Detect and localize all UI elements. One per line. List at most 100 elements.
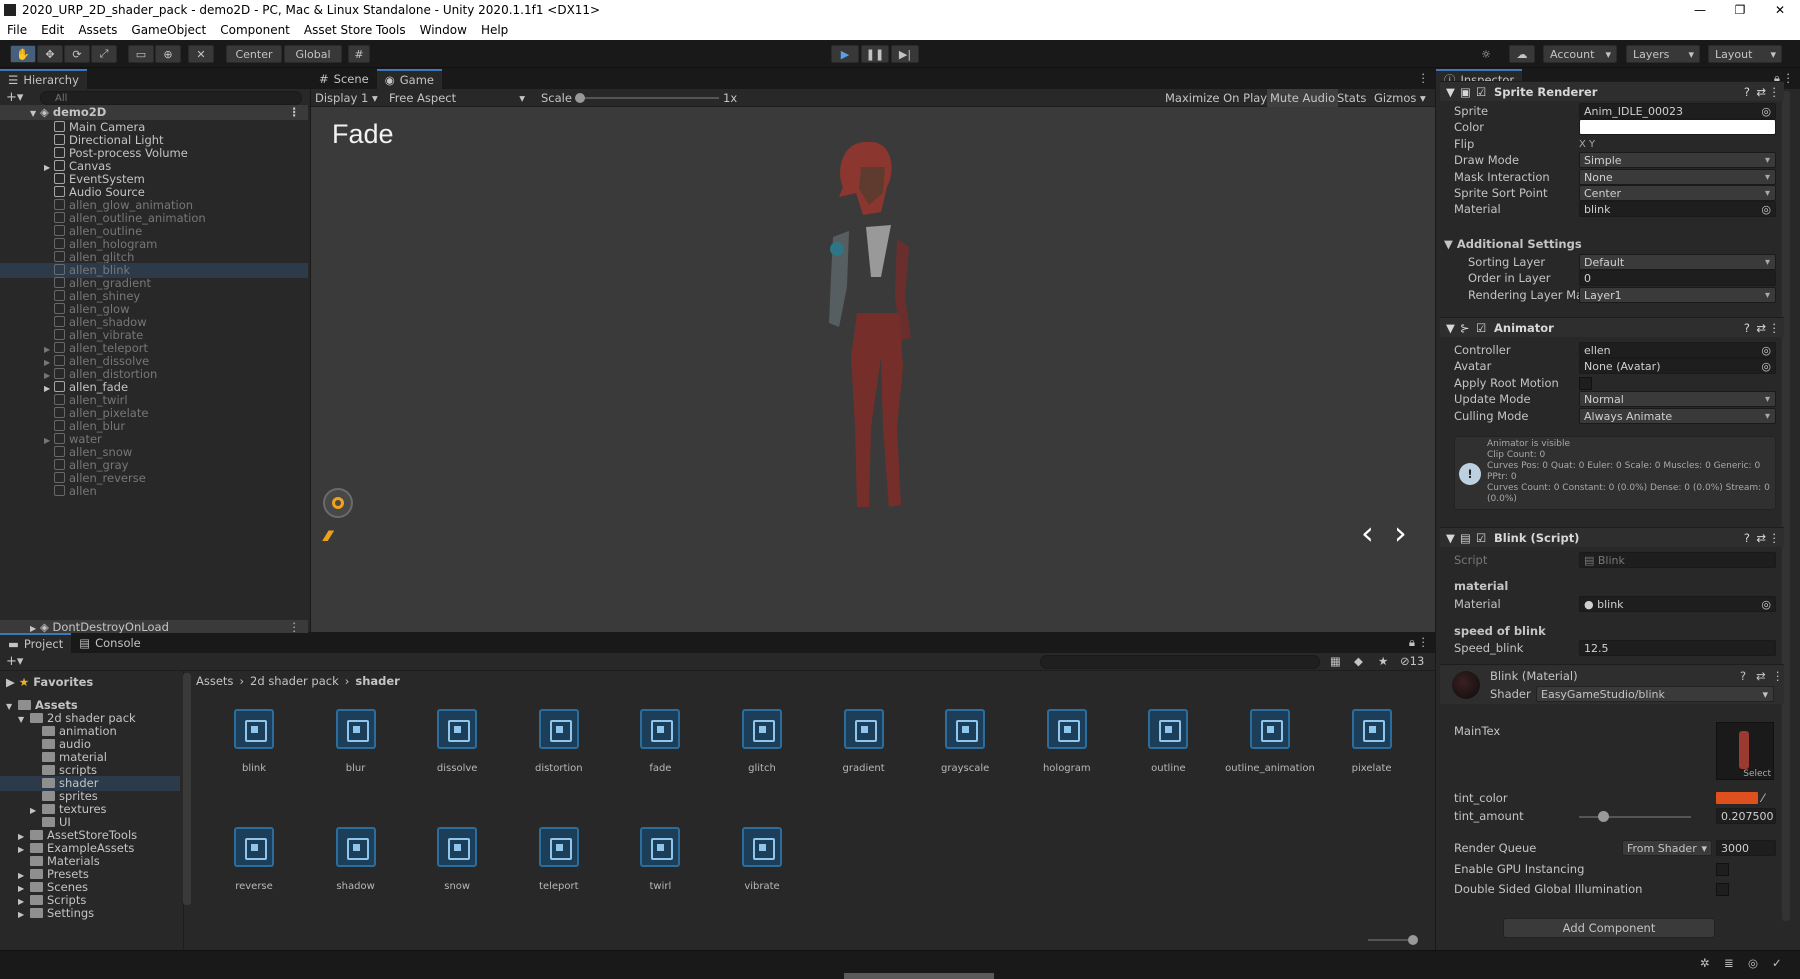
custom-tool-icon[interactable]: ✕ [188, 45, 214, 63]
asset-tile[interactable]: fade [610, 709, 710, 774]
flip-toggles[interactable]: X Y [1579, 136, 1595, 153]
field-value[interactable]: Layer1 [1579, 286, 1776, 303]
help-icon[interactable]: ? [1740, 669, 1746, 683]
panel-menu-icon[interactable]: ⋮ [1418, 635, 1430, 649]
hierarchy-search-input[interactable] [40, 91, 302, 105]
preset-icon[interactable]: ⇄ [1756, 318, 1766, 338]
object-picker-icon[interactable]: ◎ [1761, 104, 1771, 118]
step-button[interactable]: ▶| [891, 45, 919, 63]
field-value[interactable]: Normal [1579, 391, 1776, 408]
tint-amount-input[interactable]: 0.207500 [1716, 808, 1776, 824]
menu-asset-store-tools[interactable]: Asset Store Tools [297, 23, 413, 37]
field-value[interactable]: Simple [1579, 152, 1776, 169]
asset-tile[interactable]: teleport [509, 827, 609, 892]
add-icon[interactable]: +▾ [6, 654, 23, 669]
asset-tile[interactable]: pixelate [1322, 709, 1422, 774]
apply-root-motion-checkbox[interactable] [1579, 376, 1592, 390]
field-value[interactable]: None (Avatar) ◎ [1579, 358, 1776, 375]
texture-select-button[interactable]: Select [1743, 769, 1771, 779]
context-menu-icon[interactable]: ⋮ [1769, 528, 1781, 548]
scale-tool-icon[interactable]: ⤢ [91, 45, 117, 63]
game-viewport[interactable]: Fade ⁄⁄⁄⁄ ‹ › [311, 107, 1435, 632]
breadcrumb-2d-shader-pack[interactable]: 2d shader pack [250, 673, 339, 689]
gpu-instancing-checkbox[interactable] [1716, 863, 1729, 876]
favorite-star-icon[interactable]: ★ [1378, 654, 1388, 668]
color-field[interactable] [1579, 119, 1776, 136]
menu-assets[interactable]: Assets [71, 23, 124, 37]
stats-button[interactable]: Stats [1337, 89, 1366, 107]
lock-icon[interactable]: 🔒︎ [1409, 635, 1415, 650]
breadcrumb-assets[interactable]: Assets [196, 673, 233, 689]
animator-header[interactable]: ▼ ⊱ ☑ Animator ? ⇄ ⋮ [1440, 317, 1784, 337]
tint-color-swatch[interactable] [1716, 792, 1758, 804]
field-value[interactable]: Center [1579, 185, 1776, 201]
asset-tile[interactable]: dissolve [407, 709, 507, 774]
asset-tile[interactable]: outline_animation [1220, 709, 1320, 774]
eyedropper-icon[interactable]: ⁄ [1762, 790, 1764, 807]
maximize-button[interactable]: ❐ [1720, 0, 1760, 20]
shader-dropdown[interactable]: EasyGameStudio/blink ▾ [1536, 686, 1774, 702]
enabled-checkbox[interactable]: ☑ [1476, 318, 1486, 338]
menu-file[interactable]: File [0, 23, 34, 37]
add-component-button[interactable]: Add Component [1503, 918, 1715, 938]
check-icon[interactable]: ✓ [1772, 956, 1782, 970]
filter-label-icon[interactable]: ◆ [1354, 654, 1363, 668]
pivot-global-button[interactable]: Global [284, 45, 342, 63]
scale-slider-handle[interactable] [575, 93, 585, 103]
context-menu-icon[interactable]: ⋮ [1772, 669, 1784, 683]
enabled-checkbox[interactable]: ☑ [1476, 82, 1486, 102]
minimize-button[interactable]: — [1680, 0, 1720, 20]
icon-size-slider-handle[interactable] [1408, 935, 1418, 945]
cloud-icon[interactable]: ☁ [1509, 45, 1535, 63]
preset-icon[interactable]: ⇄ [1756, 528, 1766, 548]
help-icon[interactable]: ? [1744, 318, 1750, 338]
additional-settings-foldout[interactable]: ▼ Additional Settings [1444, 237, 1582, 251]
tree-scrollbar[interactable] [183, 673, 191, 905]
speed-input[interactable]: 12.5 [1579, 640, 1776, 656]
maximize-on-play-button[interactable]: Maximize On Play [1165, 89, 1267, 107]
field-value[interactable]: ellen ◎ [1579, 342, 1776, 358]
render-queue-input[interactable]: 3000 [1716, 840, 1776, 856]
previous-button[interactable]: ‹ [1361, 517, 1374, 549]
play-button[interactable]: ▶ [831, 45, 859, 63]
asset-tile[interactable]: distortion [509, 709, 609, 774]
asset-tile[interactable]: blink [204, 709, 304, 774]
render-queue-dropdown[interactable]: From Shader ▾ [1622, 840, 1712, 856]
bug-icon[interactable]: ✲ [1700, 956, 1710, 970]
tab-game[interactable]: ◉ Game [376, 69, 442, 89]
asset-tile[interactable]: outline [1118, 709, 1218, 774]
menu-component[interactable]: Component [213, 23, 297, 37]
rect-tool-icon[interactable]: ▭ [128, 45, 154, 63]
display-dropdown[interactable]: Display 1 ▾ [315, 89, 378, 107]
tab-hierarchy[interactable]: ☰ Hierarchy [0, 69, 87, 89]
field-value[interactable]: 0 [1579, 270, 1776, 287]
object-picker-icon[interactable]: ◎ [1761, 343, 1771, 357]
scene-row[interactable]: ▼ ◈ demo2D ⋮ [0, 105, 308, 120]
hidden-count-icon[interactable]: ⊘13 [1400, 654, 1424, 668]
close-button[interactable]: ✕ [1760, 0, 1800, 20]
panel-menu-icon[interactable]: ⋮ [1418, 71, 1430, 85]
asset-tile[interactable]: gradient [814, 709, 914, 774]
tab-console[interactable]: ▤ Console [71, 633, 149, 653]
enabled-checkbox[interactable]: ☑ [1476, 528, 1486, 548]
asset-tile[interactable]: shadow [306, 827, 406, 892]
field-value[interactable]: blink ◎ [1579, 201, 1776, 218]
material-field[interactable]: ● blink ◎ [1579, 596, 1776, 612]
asset-tile[interactable]: hologram [1017, 709, 1117, 774]
menu-edit[interactable]: Edit [34, 23, 71, 37]
asset-tile[interactable]: vibrate [712, 827, 812, 892]
filter-type-icon[interactable]: ▦ [1330, 654, 1341, 668]
help-icon[interactable]: ? [1744, 82, 1750, 102]
tree-item[interactable]: ▶ Settings [0, 906, 180, 921]
project-search-input[interactable] [1040, 655, 1320, 669]
asset-tile[interactable]: glitch [712, 709, 812, 774]
maintex-slot[interactable]: Select [1716, 722, 1774, 780]
add-icon[interactable]: +▾ [6, 90, 23, 105]
favorites-row[interactable]: ▶ ★ Favorites [0, 675, 93, 690]
pause-button[interactable]: ❚❚ [861, 45, 889, 63]
material-header-block[interactable]: Blink (Material) Shader EasyGameStudio/b… [1440, 664, 1784, 704]
collapse-arrow-icon[interactable]: ▼ [1446, 528, 1455, 548]
help-icon[interactable]: ? [1744, 528, 1750, 548]
menu-window[interactable]: Window [413, 23, 474, 37]
breadcrumb-shader[interactable]: shader [355, 673, 400, 689]
